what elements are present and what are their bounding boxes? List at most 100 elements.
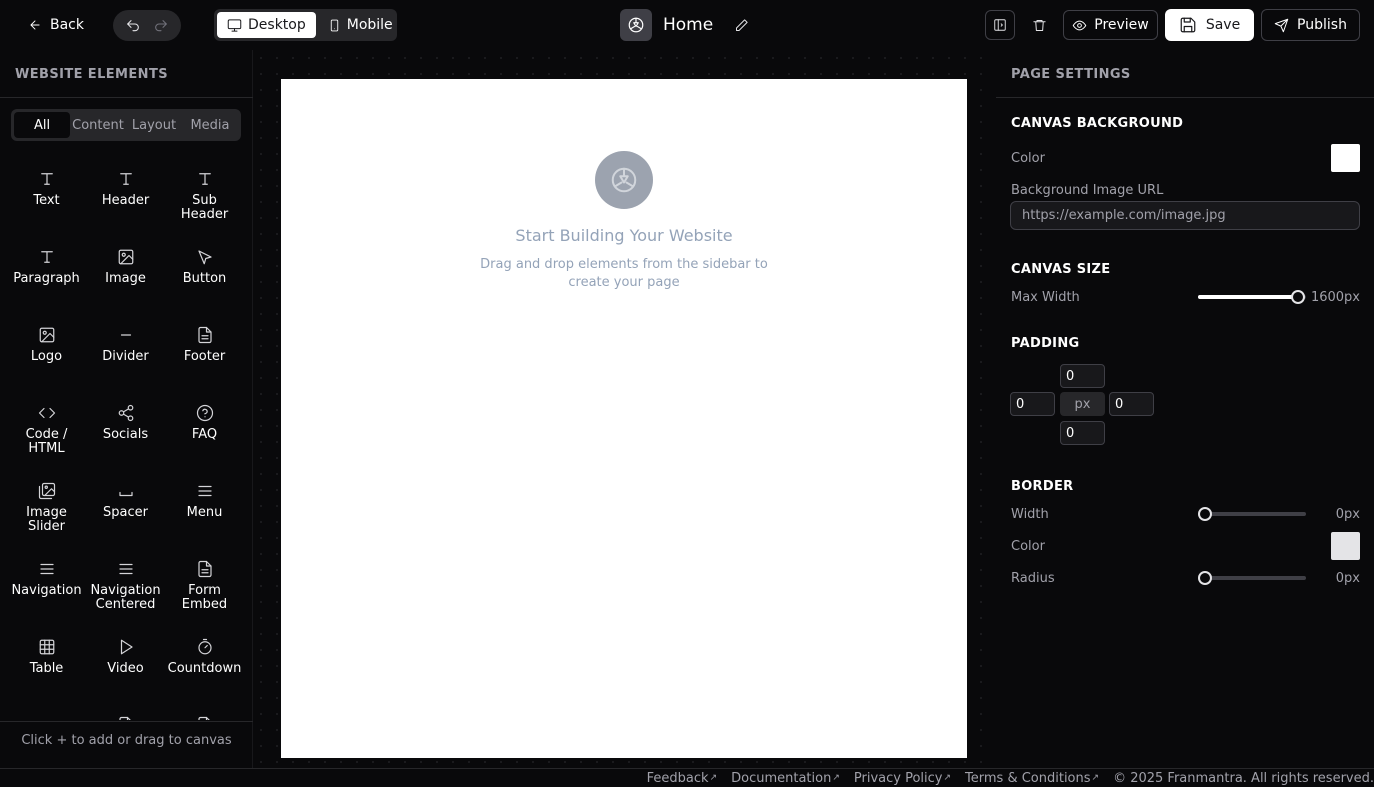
element-tile-socials[interactable]: Socials <box>86 388 165 466</box>
element-tile-partial[interactable] <box>165 700 244 720</box>
element-tile-partial[interactable] <box>86 700 165 720</box>
external-link-icon: ↗ <box>943 773 952 783</box>
padding-right-input[interactable] <box>1109 392 1154 416</box>
back-button[interactable]: Back <box>22 11 90 39</box>
elements-sidebar: WEBSITE ELEMENTS All Content Layout Medi… <box>0 50 253 768</box>
filter-tab-media[interactable]: Media <box>182 112 238 138</box>
element-tile-label: Button <box>182 271 227 286</box>
element-tile-partial[interactable] <box>7 700 86 720</box>
redo-icon[interactable] <box>153 18 169 34</box>
images-icon <box>38 480 56 502</box>
desktop-view-button[interactable]: Desktop <box>217 12 316 38</box>
slider-thumb[interactable] <box>1198 507 1212 521</box>
send-icon <box>1274 18 1289 33</box>
footer-link-documentation[interactable]: Documentation ↗ <box>731 771 840 786</box>
slider-thumb[interactable] <box>1198 571 1212 585</box>
element-tile-sub-header[interactable]: Sub Header <box>165 154 244 232</box>
canvas-workspace: Start Building Your Website Drag and dro… <box>253 50 996 768</box>
element-tile-image[interactable]: Image <box>86 232 165 310</box>
device-toggle: Desktop Mobile <box>214 9 397 41</box>
element-tile-label: Video <box>107 661 144 676</box>
mobile-view-button[interactable]: Mobile <box>318 12 403 38</box>
settings-heading: PAGE SETTINGS <box>1011 67 1131 82</box>
slider-thumb[interactable] <box>1291 290 1306 304</box>
element-tile-image-slider[interactable]: Image Slider <box>7 466 86 544</box>
footer-link-terms[interactable]: Terms & Conditions ↗ <box>965 771 1099 786</box>
trash-icon <box>1032 18 1047 33</box>
element-tile-spacer[interactable]: Spacer <box>86 466 165 544</box>
border-width-slider[interactable] <box>1198 507 1306 521</box>
save-button[interactable]: Save <box>1165 9 1254 41</box>
border-width-value: 0px <box>1335 507 1360 522</box>
element-tile-countdown[interactable]: Countdown <box>165 622 244 700</box>
text-icon <box>196 168 214 190</box>
element-tile-video[interactable]: Video <box>86 622 165 700</box>
save-label: Save <box>1205 17 1241 33</box>
element-tile-button[interactable]: Button <box>165 232 244 310</box>
arrow-left-icon <box>28 18 42 32</box>
footer-link-feedback[interactable]: Feedback ↗ <box>647 771 717 786</box>
code-icon <box>38 402 56 424</box>
delete-button[interactable] <box>1024 10 1054 40</box>
elements-grid: Text Header Sub Header Paragraph Image Button… <box>7 154 247 720</box>
element-tile-label: Text <box>33 193 60 208</box>
element-tile-label: Table <box>29 661 64 676</box>
element-tile-menu[interactable]: Menu <box>165 466 244 544</box>
preview-button[interactable]: Preview <box>1063 10 1158 40</box>
padding-unit: px <box>1060 392 1105 416</box>
border-width-label: Width <box>1011 507 1049 522</box>
border-radius-label: Radius <box>1011 571 1055 586</box>
padding-top-input[interactable] <box>1060 364 1105 388</box>
bg-color-swatch[interactable] <box>1331 144 1360 172</box>
toggle-layers-button[interactable] <box>985 10 1015 40</box>
canvas-background-title: CANVAS BACKGROUND <box>1011 116 1184 131</box>
element-tile-code-html[interactable]: Code / HTML <box>7 388 86 466</box>
undo-icon[interactable] <box>125 18 141 34</box>
help-circle-icon <box>196 402 214 424</box>
element-tile-table[interactable]: Table <box>7 622 86 700</box>
monitor-icon <box>227 18 242 33</box>
empty-state-subtitle: Drag and drop elements from the sidebar … <box>480 257 768 290</box>
element-tile-label: Menu <box>186 505 223 520</box>
max-width-slider[interactable] <box>1198 290 1306 304</box>
filter-tab-content[interactable]: Content <box>70 112 126 138</box>
footer-link-label: Terms & Conditions <box>965 770 1091 786</box>
element-tile-paragraph[interactable]: Paragraph <box>7 232 86 310</box>
site-logo-icon <box>620 9 652 41</box>
filter-tab-all[interactable]: All <box>14 112 70 138</box>
border-radius-slider[interactable] <box>1198 571 1306 585</box>
publish-button[interactable]: Publish <box>1261 9 1360 41</box>
element-tile-label: Navigation Centered <box>90 583 161 612</box>
sidebar-divider <box>0 97 253 98</box>
edit-title-icon[interactable] <box>734 18 749 33</box>
bg-image-url-input[interactable] <box>1010 201 1360 230</box>
element-tile-footer[interactable]: Footer <box>165 310 244 388</box>
footer-link-privacy[interactable]: Privacy Policy ↗ <box>854 771 951 786</box>
text-icon <box>38 168 56 190</box>
filter-tab-layout[interactable]: Layout <box>126 112 182 138</box>
file-icon <box>117 714 135 720</box>
element-tile-navigation[interactable]: Navigation <box>7 544 86 622</box>
preview-label: Preview <box>1094 17 1149 33</box>
eye-icon <box>1072 18 1087 33</box>
padding-bottom-input[interactable] <box>1060 421 1105 445</box>
border-color-swatch[interactable] <box>1331 532 1360 560</box>
text-icon <box>117 168 135 190</box>
page-canvas[interactable]: Start Building Your Website Drag and dro… <box>281 79 967 758</box>
save-icon <box>1179 16 1197 34</box>
element-tile-navigation-centered[interactable]: Navigation Centered <box>86 544 165 622</box>
sidebar-bottom-divider <box>0 721 253 722</box>
element-tile-text[interactable]: Text <box>7 154 86 232</box>
element-tile-form-embed[interactable]: Form Embed <box>165 544 244 622</box>
element-tile-faq[interactable]: FAQ <box>165 388 244 466</box>
play-icon <box>117 636 135 658</box>
element-tile-divider[interactable]: Divider <box>86 310 165 388</box>
element-tile-label: FAQ <box>191 427 218 442</box>
elements-heading: WEBSITE ELEMENTS <box>15 67 168 82</box>
element-tile-logo[interactable]: Logo <box>7 310 86 388</box>
border-radius-value: 0px <box>1335 571 1360 586</box>
element-tile-header[interactable]: Header <box>86 154 165 232</box>
image-icon <box>117 246 135 268</box>
footer-link-label: Documentation <box>731 770 832 786</box>
padding-left-input[interactable] <box>1010 392 1055 416</box>
